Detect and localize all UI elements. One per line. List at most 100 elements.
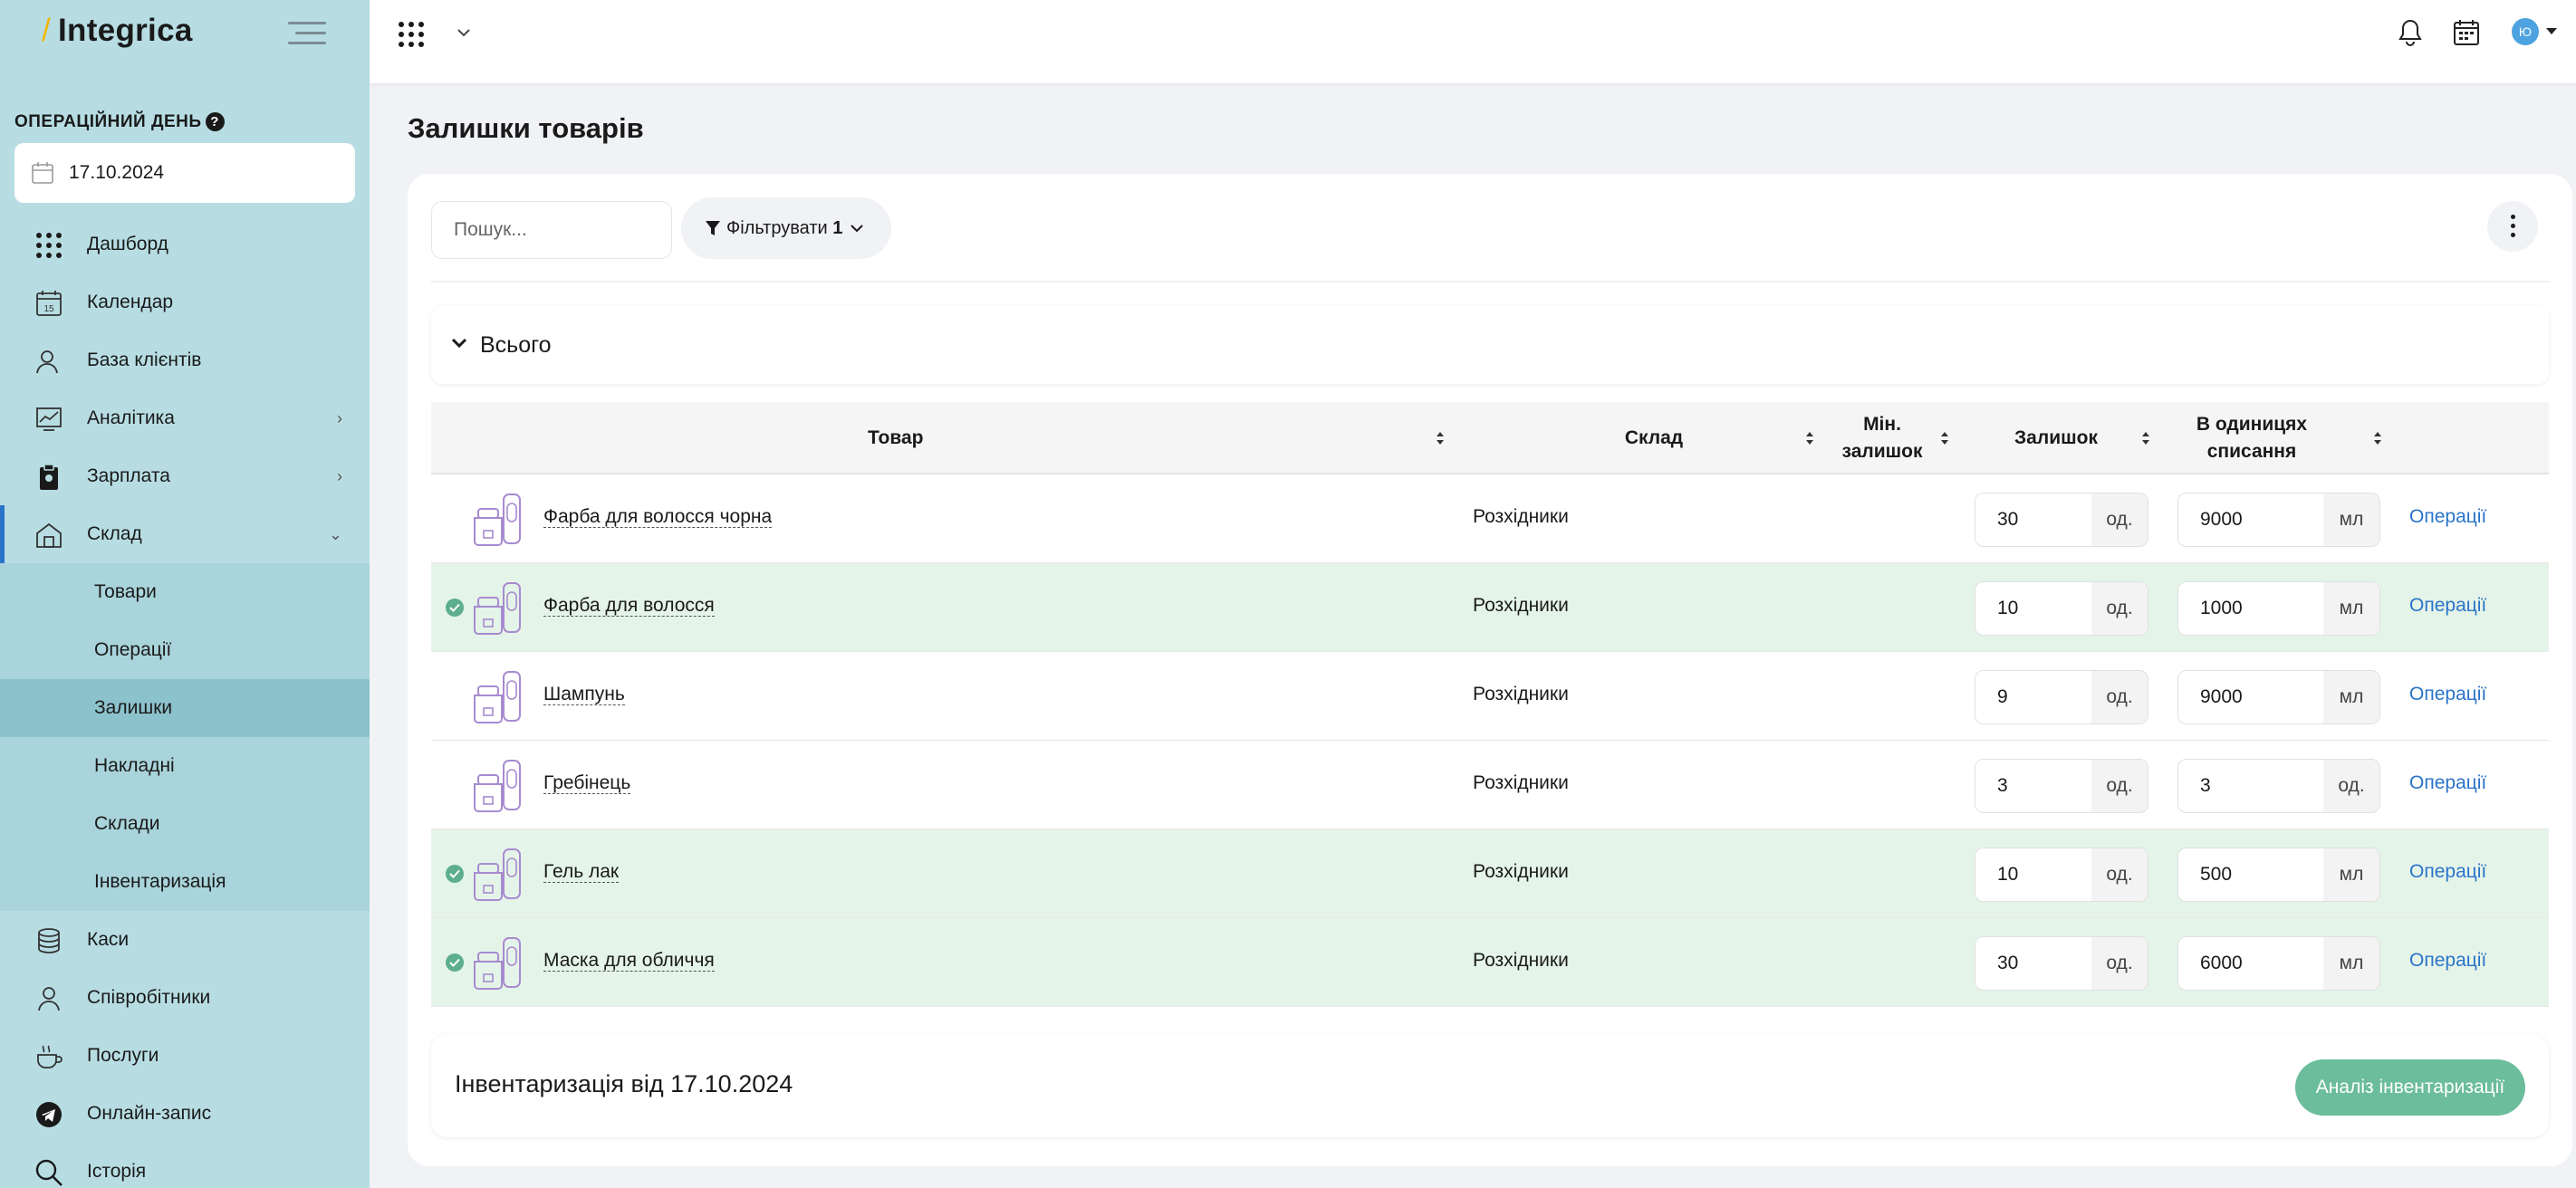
sidebar-item-cash[interactable]: Каси [0,911,370,969]
sidebar-item-employees[interactable]: Співробітники [0,969,370,1027]
product-name-link[interactable]: Фарба для волосся чорна [543,507,773,528]
sort-icon[interactable] [2373,431,2382,446]
writeoff-quantity-input[interactable]: 6000 мл [2177,936,2380,991]
check-circle-icon [446,865,464,883]
topbar: Ю [370,0,2576,83]
writeoff-quantity-input[interactable]: 3 од. [2177,759,2380,813]
sidebar-item-clients[interactable]: База клієнтів [0,331,370,389]
inventory-title: Інвентаризація від 17.10.2024 [455,1070,793,1097]
operations-link[interactable]: Операції [2409,507,2486,527]
product-name-link[interactable]: Маска для обличчя [543,951,715,972]
telegram-icon [36,1102,62,1127]
store-cell: Розхідники [1473,595,1569,616]
sort-icon[interactable] [1805,431,1814,446]
product-name-link[interactable]: Гель лак [543,862,620,883]
inventory-analysis-button[interactable]: Аналіз інвентаризації [2295,1059,2525,1116]
remain-quantity-input[interactable]: 30 од. [1975,493,2148,547]
menu-toggle-icon[interactable] [288,20,326,47]
writeoff-quantity-input[interactable]: 9000 мл [2177,493,2380,547]
product-name-link[interactable]: Гребінець [543,773,631,794]
sort-icon[interactable] [1436,431,1445,446]
employee-icon [38,987,60,1011]
remain-quantity-input[interactable]: 3 од. [1975,759,2148,813]
operations-link[interactable]: Операції [2409,685,2486,704]
operational-date-field[interactable]: 17.10.2024 [14,143,355,203]
sidebar-item-history[interactable]: Історія [0,1143,370,1188]
remain-quantity-input[interactable]: 10 од. [1975,581,2148,636]
operations-link[interactable]: Операції [2409,773,2486,793]
sidebar-subitem-invoices[interactable]: Накладні [0,737,370,795]
sidebar-subitem-inventory[interactable]: Інвентаризація [0,853,370,911]
product-name-link[interactable]: Шампунь [543,685,625,705]
brand-logo[interactable]: / Integrica [42,13,193,49]
filter-button[interactable]: Фільтрувати 1 [681,197,891,259]
sidebar-item-services[interactable]: Послуги [0,1027,370,1085]
help-icon[interactable]: ? [205,112,225,132]
search-input[interactable] [431,201,672,259]
sidebar-item-warehouse[interactable]: Склад ⌄ [0,505,370,563]
sidebar-subitem-warehouses[interactable]: Склади [0,795,370,853]
sidebar-item-analytics[interactable]: Аналітика › [0,389,370,447]
warehouse-icon [36,522,62,548]
sort-icon[interactable] [1940,431,1949,446]
writeoff-quantity-input[interactable]: 9000 мл [2177,670,2380,724]
writeoff-quantity-input[interactable]: 500 мл [2177,848,2380,902]
inventory-footer: Інвентаризація від 17.10.2024 Аналіз інв… [431,1034,2549,1137]
store-cell: Розхідники [1473,506,1569,527]
page-title: Залишки товарів [408,112,644,144]
sidebar-item-salary[interactable]: Зарплата › [0,447,370,505]
grid-icon [36,233,62,258]
calendar-icon: 15 [36,291,62,316]
bell-icon[interactable] [2397,18,2424,47]
apps-grid-icon[interactable] [397,20,426,49]
sidebar-item-calendar[interactable]: 15 Календар [0,273,370,331]
store-cell: Розхідники [1473,772,1569,793]
remain-quantity-input[interactable]: 10 од. [1975,848,2148,902]
table-header: Товар Склад Мін. залишок Залишок В одиниц… [431,402,2549,474]
clipboard-icon [40,464,58,490]
sidebar-subitem-products[interactable]: Товари [0,563,370,621]
table-row: Фарба для волосся чорнаРозхідники10 од.3… [431,474,2549,563]
cosmetics-product-icon [474,937,521,990]
table-row: Маска для обличчяРозхідники5 од.30од.600… [431,918,2549,1007]
sort-icon[interactable] [2141,431,2150,446]
sidebar-subitem-stock[interactable]: Залишки [0,679,370,737]
sidebar-subitem-operations[interactable]: Операції [0,621,370,679]
column-remain[interactable]: Залишок [1984,425,2129,452]
avatar[interactable]: Ю [2512,18,2539,45]
more-options-icon[interactable] [2487,201,2538,252]
cosmetics-product-icon [474,582,521,635]
column-store[interactable]: Склад [1600,425,1708,452]
column-writeoff-units[interactable]: В одиницях списання [2161,411,2342,465]
chevron-right-icon: › [337,408,342,427]
sidebar-item-online-booking[interactable]: Онлайн-запис [0,1085,370,1143]
check-circle-icon [446,599,464,617]
table-row: ШампуньРозхідники5 од.9од.9000млОперації [431,652,2549,741]
cosmetics-product-icon [474,760,521,812]
chevron-down-icon [451,338,467,349]
operations-link[interactable]: Операції [2409,596,2486,616]
store-cell: Розхідники [1473,861,1569,882]
remain-quantity-input[interactable]: 30 од. [1975,936,2148,991]
cash-icon [38,928,60,953]
operations-link[interactable]: Операції [2409,951,2486,971]
writeoff-quantity-input[interactable]: 1000 мл [2177,581,2380,636]
svg-text:15: 15 [43,304,54,314]
chart-icon [36,407,62,431]
column-min-stock[interactable]: Мін. залишок [1828,411,1937,465]
chevron-down-icon[interactable] [457,27,471,38]
filter-icon [706,221,720,235]
check-circle-icon [446,953,464,972]
caret-down-icon[interactable] [2545,27,2558,36]
remain-quantity-input[interactable]: 9 од. [1975,670,2148,724]
product-name-link[interactable]: Фарба для волосся [543,596,715,617]
operations-link[interactable]: Операції [2409,862,2486,882]
cosmetics-product-icon [474,671,521,723]
summary-toggle[interactable]: Всього [431,306,2549,384]
warehouse-submenu: Товари Операції Залишки Накладні Склади … [0,563,370,911]
sidebar-item-dashboard[interactable]: Дашборд [0,216,370,273]
users-icon [36,350,58,374]
cup-icon [37,1045,62,1068]
table-row: ГребінецьРозхідники0 од.3од.3од.Операції [431,741,2549,829]
calendar-check-icon[interactable] [2452,18,2481,47]
